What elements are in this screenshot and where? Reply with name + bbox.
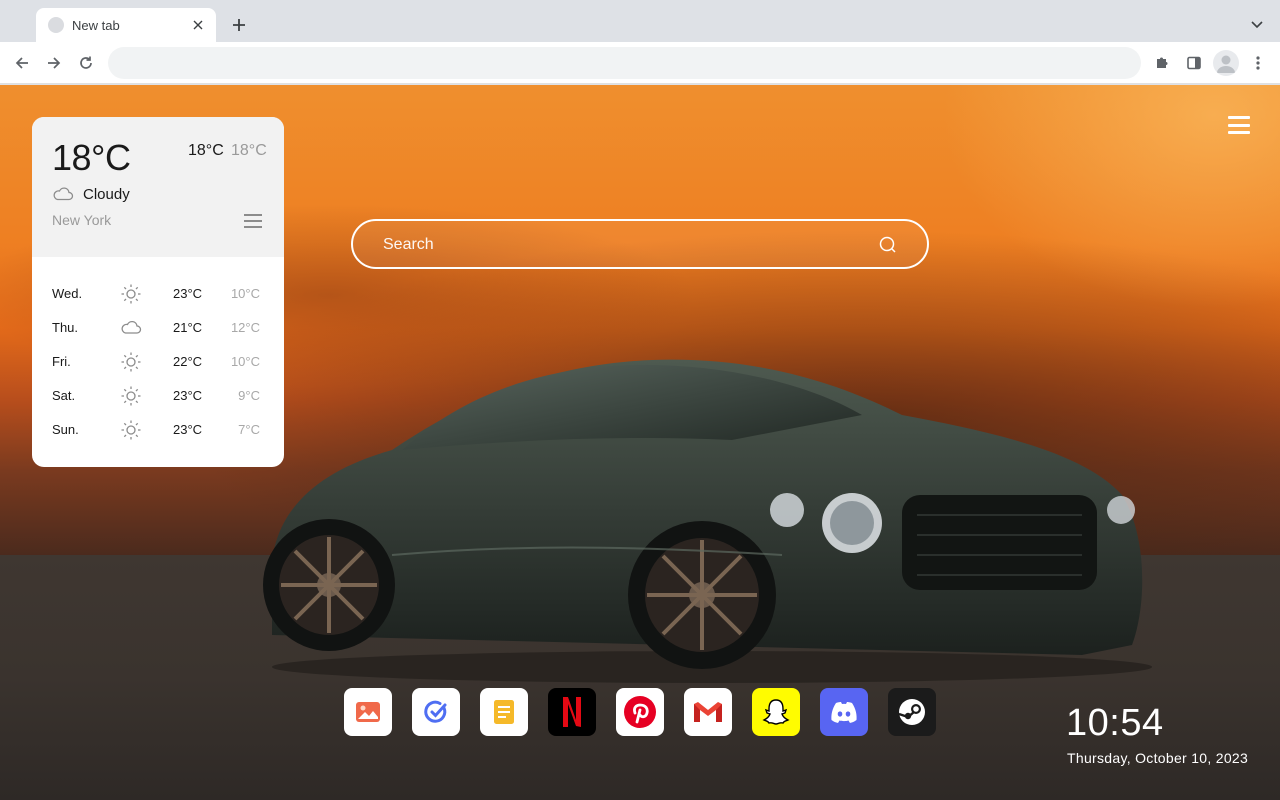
page-menu-button[interactable] (1228, 116, 1250, 134)
app-dock (344, 688, 936, 736)
notes-app-button[interactable] (480, 688, 528, 736)
cloud-icon (120, 317, 142, 339)
weather-current-panel: 18°C 18°C 18°C Cloudy New York (32, 117, 284, 257)
back-button[interactable] (8, 49, 36, 77)
picture-icon (356, 702, 380, 722)
arrow-right-icon (48, 57, 61, 69)
side-panel-icon (1187, 56, 1201, 70)
arrow-left-icon (15, 57, 28, 69)
new-tab-button[interactable] (226, 12, 252, 38)
search-box (351, 219, 929, 269)
chevron-down-icon (1251, 21, 1263, 29)
side-panel-button[interactable] (1180, 49, 1208, 77)
forecast-row: Sat. 23°C 9°C (32, 379, 284, 413)
browser-menu-button[interactable] (1244, 49, 1272, 77)
extensions-button[interactable] (1148, 49, 1176, 77)
forecast-row: Wed. 23°C 10°C (32, 277, 284, 311)
snapchat-app-button[interactable] (752, 688, 800, 736)
weather-menu-icon[interactable] (244, 214, 262, 228)
profile-avatar[interactable] (1213, 50, 1239, 76)
steam-app-button[interactable] (888, 688, 936, 736)
forecast-low: 10°C (230, 354, 260, 369)
gmail-app-button[interactable] (684, 688, 732, 736)
tab-strip: New tab (0, 0, 1280, 42)
forecast-high: 21°C (173, 320, 203, 335)
weather-condition: Cloudy (83, 186, 130, 203)
forecast-list: Wed. 23°C 10°C Thu. 21°C 12°C Fri. 22°C 10°C Sat.… (32, 277, 284, 447)
search-icon[interactable] (878, 235, 898, 255)
today-low-temperature: 18°C (231, 142, 267, 159)
forecast-row: Sun. 23°C 7°C (32, 413, 284, 447)
tasks-app-button[interactable] (412, 688, 460, 736)
forecast-low: 9°C (238, 388, 260, 403)
current-temperature: 18°C (52, 137, 131, 178)
steam-icon (898, 699, 925, 725)
weather-city[interactable]: New York (52, 212, 111, 228)
netflix-app-button[interactable] (548, 688, 596, 736)
pinterest-icon (624, 696, 656, 728)
forecast-day: Fri. (52, 354, 71, 369)
today-high-temperature: 18°C (188, 142, 224, 159)
plus-icon (233, 19, 245, 31)
ghost-icon (762, 699, 790, 725)
forecast-day: Sun. (52, 422, 79, 437)
forecast-day: Thu. (52, 320, 79, 335)
note-icon (494, 700, 514, 724)
tab-search-button[interactable] (1244, 12, 1270, 38)
pinterest-app-button[interactable] (616, 688, 664, 736)
forecast-low: 7°C (238, 422, 260, 437)
puzzle-icon (1157, 57, 1168, 68)
gmail-icon (694, 702, 722, 722)
forecast-low: 12°C (230, 320, 260, 335)
forecast-day: Sat. (52, 388, 76, 403)
forecast-day: Wed. (52, 286, 83, 301)
weather-widget: 18°C 18°C 18°C Cloudy New York Wed. 23°C 1… (32, 117, 284, 467)
clock-date: Thursday, October 10, 2023 (1067, 750, 1249, 766)
reload-icon (80, 56, 92, 69)
tab-title: New tab (72, 17, 120, 33)
wallpaper-app-button[interactable] (344, 688, 392, 736)
forecast-row: Thu. 21°C 12°C (32, 311, 284, 345)
check-circle-icon (424, 700, 447, 723)
sun-icon (120, 385, 142, 407)
reload-button[interactable] (72, 49, 100, 77)
discord-icon (831, 702, 857, 723)
forecast-high: 23°C (173, 388, 203, 403)
more-vert-icon (1256, 56, 1260, 70)
sun-icon (120, 419, 142, 441)
discord-app-button[interactable] (820, 688, 868, 736)
forecast-low: 10°C (230, 286, 260, 301)
forecast-high: 23°C (173, 422, 203, 437)
sun-icon (120, 283, 142, 305)
sun-icon (120, 351, 142, 373)
tab-new-tab[interactable]: New tab (36, 8, 216, 42)
clock-time: 10:54 (1066, 702, 1164, 744)
search-input[interactable] (383, 233, 863, 257)
sunset-glow (920, 85, 1280, 325)
forecast-high: 22°C (173, 354, 203, 369)
background-car-image (263, 359, 1152, 683)
person-icon (1217, 55, 1235, 73)
forecast-row: Fri. 22°C 10°C (32, 345, 284, 379)
tab-close-icon[interactable] (190, 17, 206, 33)
address-bar[interactable] (108, 47, 1141, 79)
new-tab-page: 18°C 18°C 18°C Cloudy New York Wed. 23°C 1… (0, 85, 1280, 800)
forward-button[interactable] (40, 49, 68, 77)
tab-favicon-icon (48, 17, 64, 33)
browser-toolbar (0, 42, 1280, 84)
cloud-icon (53, 187, 74, 201)
netflix-icon (563, 697, 581, 727)
forecast-high: 23°C (173, 286, 203, 301)
